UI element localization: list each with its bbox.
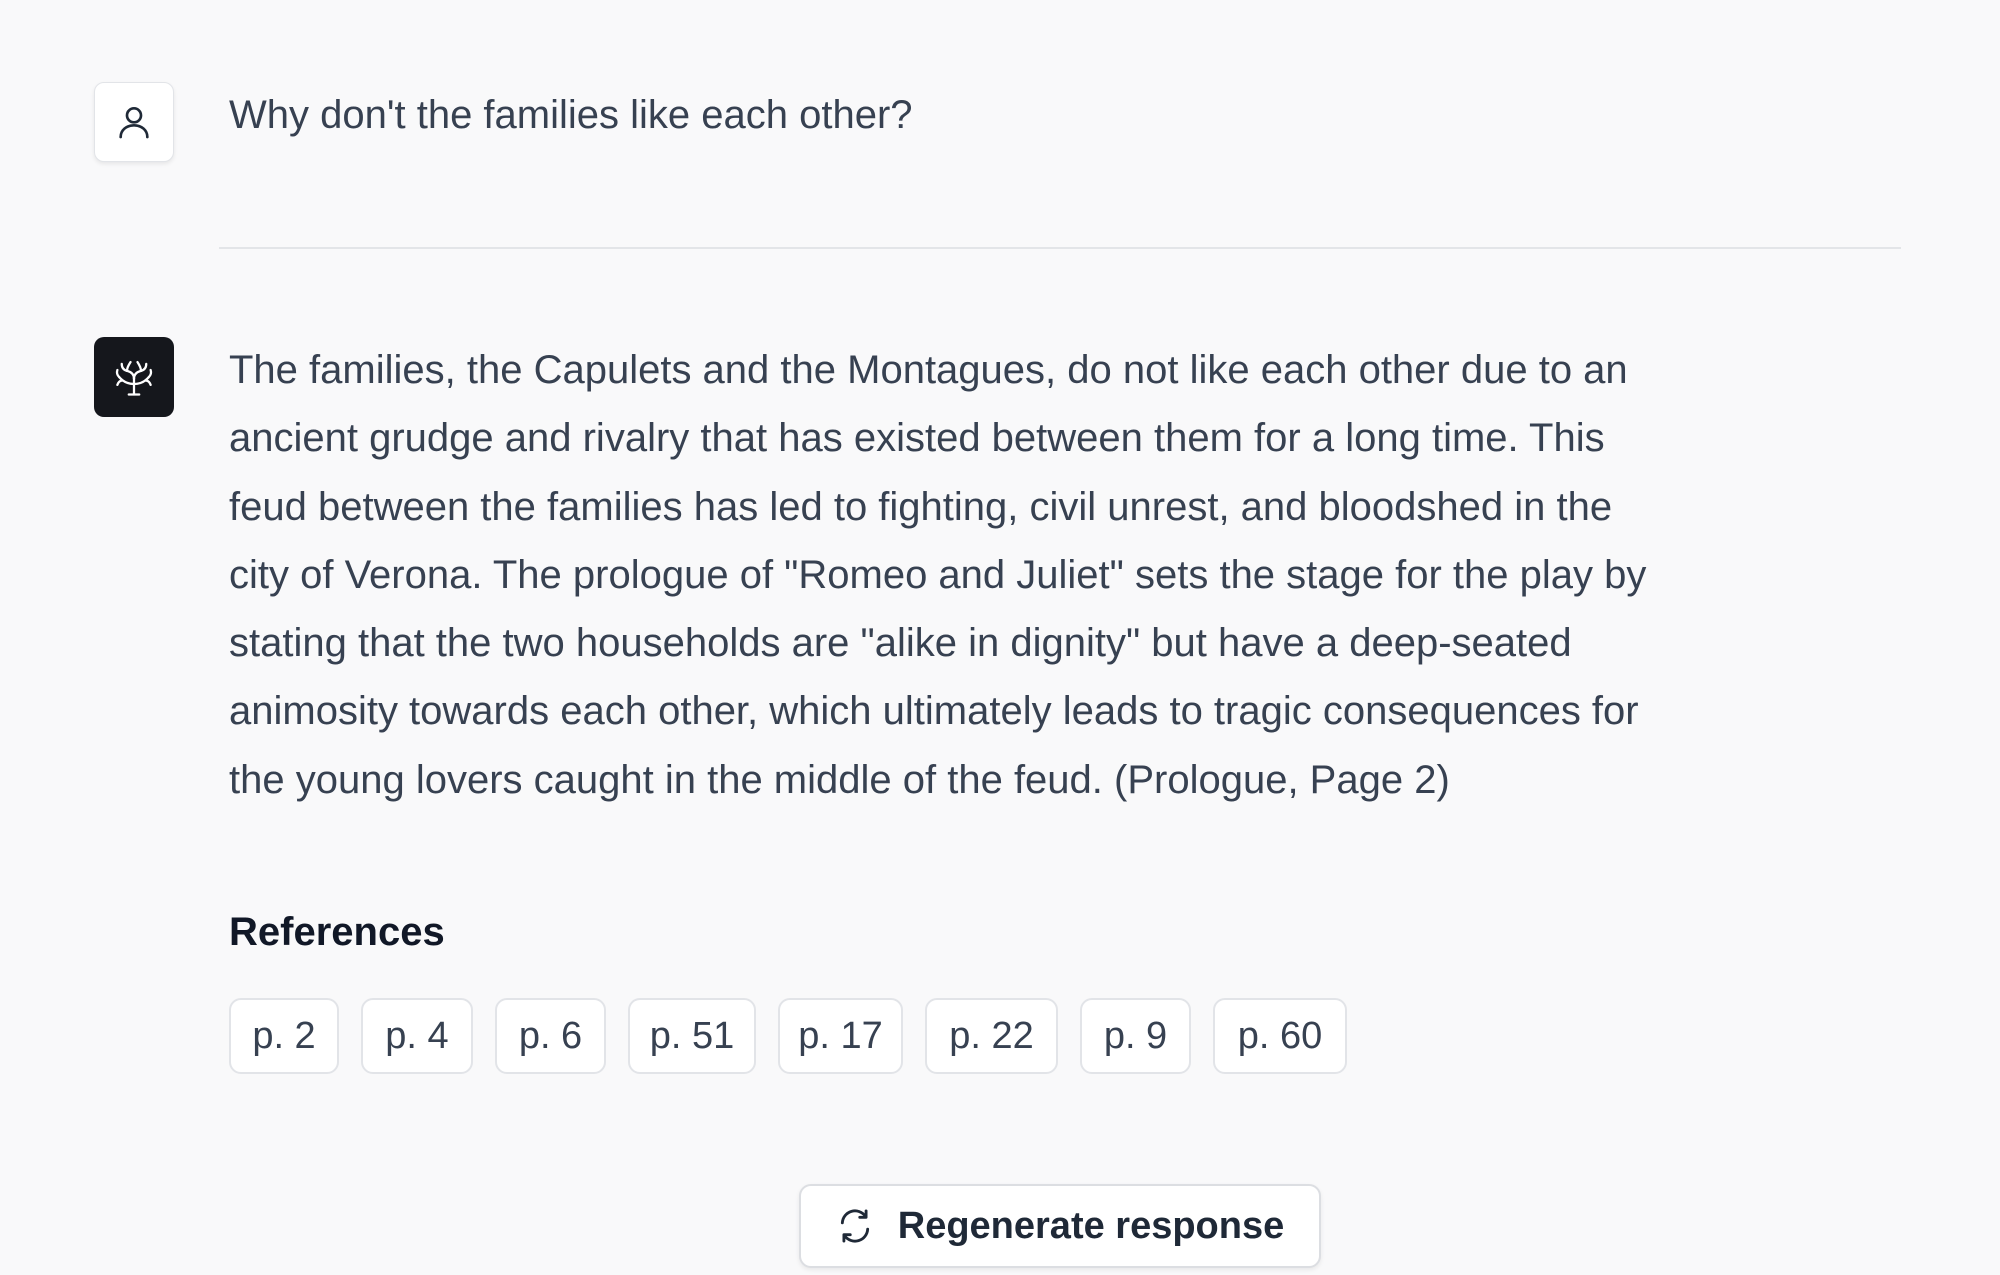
assistant-message-line: the young lovers caught in the middle of…	[229, 757, 1450, 802]
refresh-icon	[836, 1207, 874, 1245]
regenerate-response-button[interactable]: Regenerate response	[799, 1184, 1321, 1268]
user-message: Why don't the families like each other?	[229, 93, 913, 137]
reference-chip[interactable]: p. 17	[778, 998, 903, 1074]
reference-chip[interactable]: p. 6	[495, 998, 606, 1074]
assistant-message-line: animosity towards each other, which ulti…	[229, 689, 1639, 734]
assistant-message-line: The families, the Capulets and the Monta…	[229, 348, 1628, 392]
assistant-message-line: feud between the families has led to fig…	[229, 484, 1613, 529]
coral-logo-icon	[113, 356, 155, 398]
chat-page: Why don't the families like each other?	[0, 0, 2000, 1275]
reference-chip[interactable]: p. 2	[229, 998, 339, 1074]
message-divider	[219, 247, 1901, 249]
assistant-message-line: city of Verona. The prologue of "Romeo a…	[229, 552, 1647, 597]
references-heading: References	[229, 910, 445, 954]
regenerate-response-label: Regenerate response	[897, 1204, 1285, 1247]
references-list: p. 2 p. 4 p. 6 p. 51 p. 17 p. 22 p. 9 p.…	[229, 998, 1347, 1074]
assistant-message: The families, the Capulets and the Monta…	[229, 336, 1789, 814]
user-avatar	[94, 82, 174, 162]
assistant-message-line: ancient grudge and rivalry that has exis…	[229, 416, 1605, 461]
reference-chip[interactable]: p. 9	[1080, 998, 1191, 1074]
reference-chip[interactable]: p. 60	[1213, 998, 1347, 1074]
reference-chip[interactable]: p. 4	[361, 998, 473, 1074]
assistant-message-line: stating that the two households are "ali…	[229, 621, 1572, 666]
assistant-avatar	[94, 337, 174, 417]
user-icon	[114, 102, 154, 142]
reference-chip[interactable]: p. 51	[628, 998, 756, 1074]
reference-chip[interactable]: p. 22	[925, 998, 1058, 1074]
